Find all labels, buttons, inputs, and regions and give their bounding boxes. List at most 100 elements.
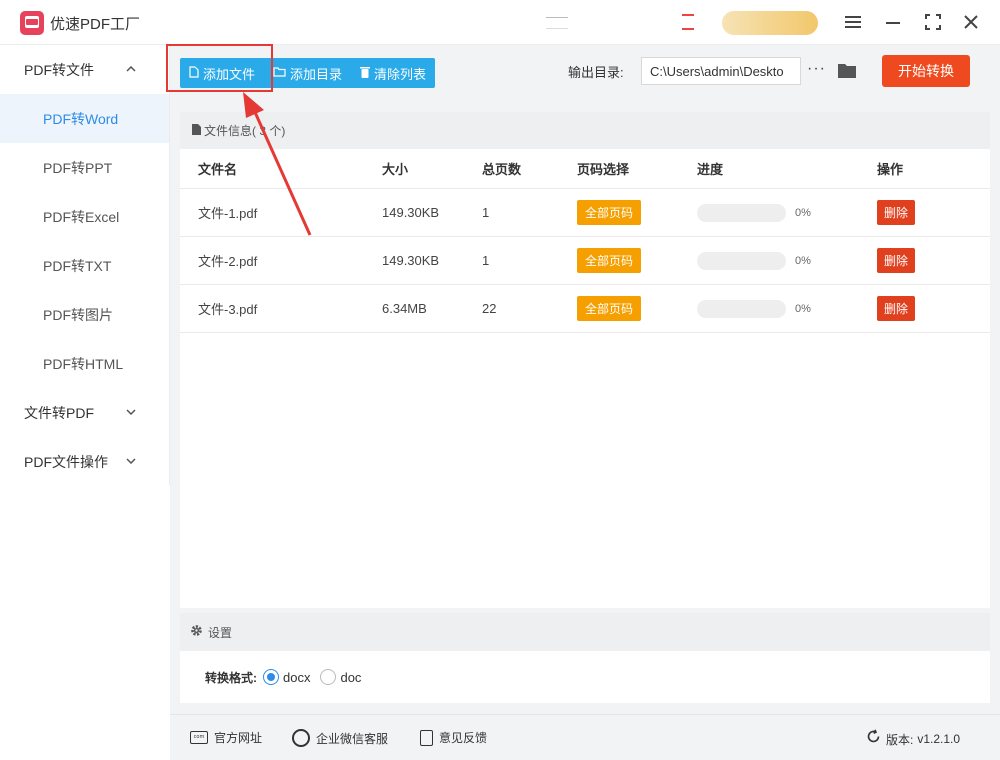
- file-panel: 文件信息 ( 3 个) 文件名 大小 总页数 页码选择 进度 操作 文件-1.p…: [180, 112, 990, 608]
- format-option-label: doc: [340, 669, 362, 685]
- sidebar-item-pdf-to-ppt[interactable]: PDF转PPT: [0, 143, 169, 192]
- sidebar-item-pdf-to-excel[interactable]: PDF转Excel: [0, 192, 169, 241]
- toolbar: 添加文件 添加目录 清除列表 输出目录: C:\Users\admin\Desk…: [166, 44, 1000, 101]
- folder-outline-icon: [273, 66, 286, 80]
- sidebar-item-label: PDF转图片: [43, 306, 113, 323]
- feedback-label: 意见反馈: [439, 731, 488, 745]
- file-size: 149.30KB: [382, 253, 440, 268]
- close-icon[interactable]: [958, 10, 984, 34]
- sidebar-item-label: PDF转TXT: [43, 257, 112, 274]
- settings-panel: 设置 转换格式: docx doc: [180, 613, 990, 703]
- add-folder-label: 添加目录: [290, 66, 343, 82]
- official-site-link[interactable]: com 官方网址: [190, 729, 262, 746]
- refresh-icon: [866, 729, 881, 749]
- format-option-label: docx: [283, 669, 311, 685]
- official-site-label: 官方网址: [214, 731, 263, 745]
- file-size: 6.34MB: [382, 301, 427, 316]
- app-logo: [20, 11, 44, 35]
- progress-bar: [697, 251, 786, 270]
- progress-cell: 0%: [697, 237, 811, 284]
- radio-unselected-icon[interactable]: [320, 669, 337, 685]
- progress-text: 0%: [795, 302, 811, 315]
- promo-pill[interactable]: [722, 11, 818, 35]
- folder-icon[interactable]: [837, 61, 857, 79]
- page-select-button[interactable]: 全部页码: [577, 248, 642, 273]
- add-folder-button[interactable]: 添加目录: [264, 58, 351, 88]
- app-title: 优速PDF工厂: [50, 16, 141, 33]
- main-area: 添加文件 添加目录 清除列表 输出目录: C:\Users\admin\Desk…: [166, 44, 1000, 760]
- format-option-doc[interactable]: doc: [320, 669, 361, 685]
- sidebar-item-label: PDF转Excel: [43, 208, 120, 225]
- title-bar: 优速PDF工厂: [0, 0, 1000, 45]
- radio-selected-icon[interactable]: [263, 669, 279, 685]
- version-label: 版本:: [886, 732, 914, 747]
- clear-list-label: 清除列表: [374, 66, 427, 82]
- file-info-label: 文件信息: [204, 124, 253, 138]
- web-icon: com: [190, 731, 208, 744]
- sidebar-group-file-to-pdf[interactable]: 文件转PDF: [0, 388, 169, 437]
- delete-button[interactable]: 删除: [877, 200, 916, 225]
- page-select-button[interactable]: 全部页码: [577, 296, 642, 321]
- progress-bar: [697, 203, 786, 222]
- output-dir-label: 输出目录:: [568, 65, 624, 80]
- format-row: 转换格式: docx doc: [180, 651, 990, 703]
- file-name: 文件-3.pdf: [198, 302, 258, 317]
- start-convert-button[interactable]: 开始转换: [882, 55, 970, 87]
- wechat-service-link[interactable]: 企业微信客服: [292, 729, 388, 747]
- sidebar-item-pdf-to-image[interactable]: PDF转图片: [0, 290, 169, 339]
- sidebar-item-pdf-to-word[interactable]: PDF转Word: [0, 94, 169, 143]
- sidebar-item-label: PDF转PPT: [43, 159, 113, 176]
- minimize-icon[interactable]: [880, 10, 906, 34]
- trash-icon: [360, 66, 371, 81]
- format-option-docx[interactable]: docx: [263, 669, 310, 685]
- progress-cell: 0%: [697, 189, 811, 236]
- more-icon[interactable]: ···: [807, 60, 826, 78]
- col-pages: 总页数: [482, 162, 522, 177]
- version-info: 版本: v1.2.1.0: [866, 729, 960, 749]
- file-size: 149.30KB: [382, 205, 440, 220]
- sidebar-group-pdf-to-file[interactable]: PDF转文件: [0, 45, 169, 94]
- sidebar-group-label: PDF文件操作: [24, 453, 108, 470]
- chat-icon: [292, 729, 310, 747]
- delete-button[interactable]: 删除: [877, 248, 916, 273]
- delete-button[interactable]: 删除: [877, 296, 916, 321]
- feedback-link[interactable]: 意见反馈: [420, 729, 487, 746]
- col-action: 操作: [877, 162, 904, 177]
- title-decoration-red: [682, 14, 694, 30]
- sidebar-item-pdf-to-txt[interactable]: PDF转TXT: [0, 241, 169, 290]
- progress-bar: [697, 299, 786, 318]
- col-page-select: 页码选择: [577, 162, 630, 177]
- feedback-icon: [420, 729, 433, 746]
- settings-title: 设置: [208, 625, 233, 640]
- file-count: ( 3 个): [252, 124, 286, 138]
- settings-header: 设置: [180, 613, 990, 651]
- version-number: v1.2.1.0: [917, 732, 961, 746]
- table-row: 文件-2.pdf 149.30KB 1 全部页码 0% 删除: [180, 237, 990, 285]
- page-select-button[interactable]: 全部页码: [577, 200, 642, 225]
- sidebar: PDF转文件 PDF转Word PDF转PPT PDF转Excel PDF转TX…: [0, 45, 170, 485]
- file-pages: 22: [482, 301, 497, 316]
- progress-text: 0%: [795, 206, 811, 219]
- chevron-up-icon: [126, 63, 136, 75]
- sidebar-item-pdf-to-html[interactable]: PDF转HTML: [0, 339, 169, 388]
- footer: com 官方网址 企业微信客服 意见反馈 版本: v1.2.1.0: [170, 714, 1000, 760]
- col-progress: 进度: [697, 162, 724, 177]
- file-pages: 1: [482, 253, 490, 268]
- output-dir-field[interactable]: C:\Users\admin\Deskto: [641, 57, 801, 85]
- wechat-service-label: 企业微信客服: [316, 731, 389, 746]
- file-info-header: 文件信息 ( 3 个): [180, 112, 990, 149]
- chevron-down-icon: [126, 406, 136, 418]
- sidebar-group-pdf-operations[interactable]: PDF文件操作: [0, 437, 169, 486]
- maximize-icon[interactable]: [920, 10, 946, 34]
- title-decoration: [546, 17, 568, 29]
- file-name: 文件-2.pdf: [198, 254, 258, 269]
- file-name: 文件-1.pdf: [198, 206, 258, 221]
- file-pages: 1: [482, 205, 490, 220]
- progress-cell: 0%: [697, 285, 811, 332]
- clear-list-button[interactable]: 清除列表: [351, 58, 435, 88]
- table-row: 文件-3.pdf 6.34MB 22 全部页码 0% 删除: [180, 285, 990, 333]
- sidebar-group-label: PDF转文件: [24, 61, 94, 78]
- menu-icon[interactable]: [840, 10, 866, 34]
- col-size: 大小: [382, 162, 409, 177]
- highlight-box: [166, 44, 273, 92]
